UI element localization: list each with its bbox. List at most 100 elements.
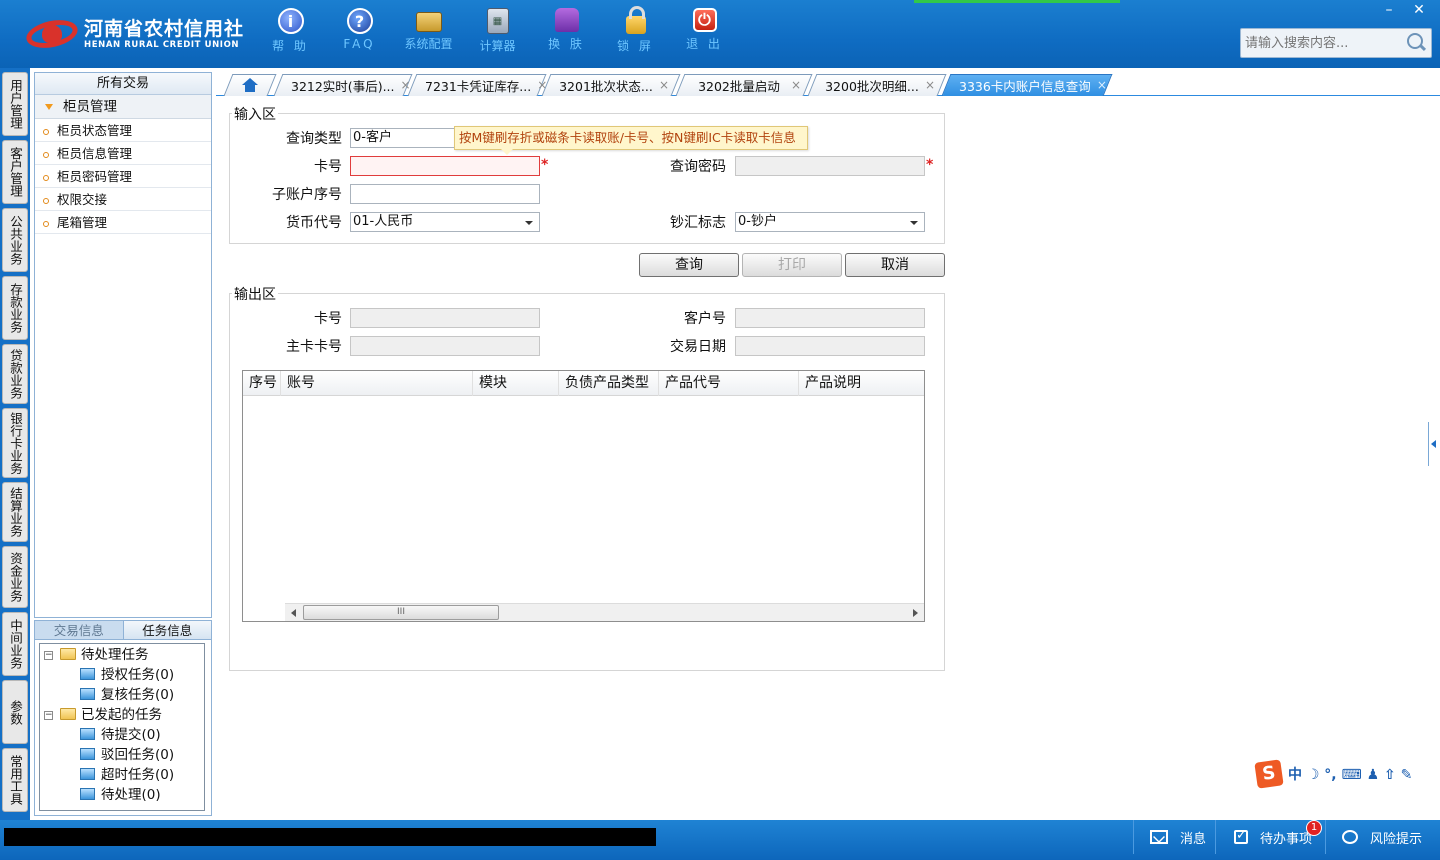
page-tabs: 3212实时(事后)... × 7231卡凭证库存... × 3201批次状态...…	[216, 72, 1440, 96]
tree-node-review-tasks[interactable]: 复核任务(0)	[40, 685, 204, 705]
change-skin-label: 换 肤	[548, 37, 585, 51]
card-number-input[interactable]	[350, 156, 540, 176]
tab-7231[interactable]: 7231卡凭证库存... ×	[407, 74, 547, 96]
tree-node-pending[interactable]: − 待处理任务	[40, 645, 204, 665]
window-controls: – ✕	[1374, 0, 1434, 20]
risk-alert-button[interactable]: 风险提示	[1325, 820, 1440, 854]
calculator-label: 计算器	[479, 39, 516, 53]
menu-item-tail-box[interactable]: 尾箱管理	[35, 211, 211, 234]
ime-mode[interactable]: 中 ☽ °, ⌨ ♟ ⇧ ✎	[1288, 764, 1412, 784]
account-grid[interactable]: 序号 账号 模块 负债产品类型 产品代号 产品说明 III	[242, 370, 925, 622]
menu-item-teller-status[interactable]: 柜员状态管理	[35, 119, 211, 142]
change-skin-button[interactable]: 换 肤	[532, 6, 601, 62]
close-tab-icon[interactable]: ×	[925, 78, 935, 92]
task-folder-icon	[80, 788, 95, 800]
faq-button[interactable]: ? FAQ	[325, 6, 394, 62]
menu-item-teller-password[interactable]: 柜员密码管理	[35, 165, 211, 188]
query-type-field[interactable]: 0-客户	[350, 128, 460, 148]
card-read-tooltip: 按M键刷存折或磁条卡读取账/卡号、按N键刷IC卡读取卡信息	[454, 126, 808, 155]
horizontal-scrollbar[interactable]: III	[285, 603, 924, 621]
tab-3201[interactable]: 3201批次状态... ×	[541, 74, 681, 96]
vtab-user-management[interactable]: 用户管理	[2, 72, 28, 136]
collapse-icon[interactable]: −	[44, 651, 53, 660]
tab-3200[interactable]: 3200批次明细... ×	[807, 74, 947, 96]
vtab-deposit-business[interactable]: 存款业务	[2, 276, 28, 340]
close-tab-icon[interactable]: ×	[791, 78, 801, 92]
col-liability-product-type[interactable]: 负债产品类型	[559, 371, 659, 396]
tab-label: 3212实时(事后)...	[291, 78, 395, 94]
menu-header[interactable]: 所有交易	[35, 73, 211, 95]
minimize-button[interactable]: –	[1374, 0, 1404, 20]
messages-label: 消息	[1180, 831, 1207, 847]
lock-screen-button[interactable]: 锁 屏	[601, 6, 670, 62]
todo-button[interactable]: 待办事项 1	[1215, 820, 1325, 854]
vtab-fund-business[interactable]: 资金业务	[2, 546, 28, 608]
query-password-input[interactable]	[735, 156, 925, 176]
tree-node-timeout[interactable]: 超时任务(0)	[40, 765, 204, 785]
tree-node-to-process[interactable]: 待处理(0)	[40, 785, 204, 805]
col-seq[interactable]: 序号	[243, 371, 281, 396]
collapse-icon[interactable]: −	[44, 711, 53, 720]
exit-button[interactable]: ⏻ 退 出	[670, 6, 739, 62]
credit-union-logo-icon	[23, 15, 81, 53]
scroll-right-icon[interactable]	[913, 609, 918, 617]
currency-value: 01-人民币	[353, 214, 414, 229]
col-account[interactable]: 账号	[281, 371, 473, 396]
col-product-desc[interactable]: 产品说明	[799, 371, 924, 396]
vtab-intermediary-business[interactable]: 中间业务	[2, 612, 28, 676]
tree-node-initiated[interactable]: − 已发起的任务	[40, 705, 204, 725]
tree-node-auth-tasks[interactable]: 授权任务(0)	[40, 665, 204, 685]
vtab-settlement-business[interactable]: 结算业务	[2, 482, 28, 542]
col-module[interactable]: 模块	[473, 371, 559, 396]
menu-group-teller-management[interactable]: 柜员管理	[35, 95, 211, 119]
app-header: 河南省农村信用社 HENAN RURAL CREDIT UNION i 帮 助 …	[0, 0, 1440, 68]
messages-button[interactable]: 消息	[1133, 820, 1215, 854]
menu-item-permission-handover[interactable]: 权限交接	[35, 188, 211, 211]
ime-toolbar[interactable]: S 中 ☽ °, ⌨ ♟ ⇧ ✎	[1254, 759, 1440, 789]
system-config-button[interactable]: 系统配置	[394, 6, 463, 62]
close-window-button[interactable]: ✕	[1404, 0, 1434, 20]
tab-3212[interactable]: 3212实时(事后)... ×	[273, 74, 413, 96]
scroll-thumb[interactable]: III	[303, 605, 499, 620]
home-icon	[242, 78, 258, 92]
cancel-button[interactable]: 取消	[845, 253, 945, 277]
scroll-left-icon[interactable]	[291, 609, 296, 617]
menu-item-teller-info[interactable]: 柜员信息管理	[35, 142, 211, 165]
vtab-loan-business[interactable]: 贷款业务	[2, 344, 28, 404]
search-box	[1240, 28, 1432, 58]
vtab-bank-card-business[interactable]: 银行卡业务	[2, 408, 28, 478]
query-button[interactable]: 查询	[639, 253, 739, 277]
lock-screen-label: 锁 屏	[617, 39, 654, 53]
tab-task-info[interactable]: 任务信息	[122, 621, 211, 639]
tab-3336-active[interactable]: 3336卡内账户信息查询 ×	[941, 74, 1113, 96]
tree-node-rejected[interactable]: 驳回任务(0)	[40, 745, 204, 765]
tab-transaction-info[interactable]: 交易信息	[35, 621, 123, 639]
search-input[interactable]	[1241, 30, 1401, 56]
dropdown-arrow-icon	[910, 221, 918, 225]
calculator-button[interactable]: ▦ 计算器	[463, 6, 532, 62]
power-icon: ⏻	[692, 8, 717, 32]
vtab-common-tools[interactable]: 常用工具	[2, 748, 28, 812]
tab-home[interactable]	[223, 74, 277, 96]
vtab-customer-management[interactable]: 客户管理	[2, 140, 28, 204]
cash-flag-select[interactable]: 0-钞户	[735, 212, 925, 232]
out-card-number-label: 卡号	[314, 311, 342, 327]
help-button[interactable]: i 帮 助	[256, 6, 325, 62]
shirt-icon	[554, 8, 579, 32]
tab-3202[interactable]: 3202批量启动 ×	[675, 74, 813, 96]
query-type-label: 查询类型	[286, 131, 342, 147]
close-tab-icon[interactable]: ×	[659, 78, 669, 92]
currency-select[interactable]: 01-人民币	[350, 212, 540, 232]
vtab-parameters[interactable]: 参数	[2, 680, 28, 744]
sub-account-input[interactable]	[350, 184, 540, 204]
tree-node-to-submit[interactable]: 待提交(0)	[40, 725, 204, 745]
currency-label: 货币代号	[286, 215, 342, 231]
print-button[interactable]: 打印	[742, 253, 842, 277]
col-product-code[interactable]: 产品代号	[659, 371, 799, 396]
vtab-public-business[interactable]: 公共业务	[2, 208, 28, 272]
help-label: 帮 助	[272, 39, 309, 53]
tree-node-label: 待处理(0)	[101, 787, 161, 803]
right-panel-collapse-icon[interactable]	[1428, 422, 1438, 466]
search-icon[interactable]	[1405, 32, 1427, 54]
close-tab-icon[interactable]: ×	[1097, 78, 1107, 92]
